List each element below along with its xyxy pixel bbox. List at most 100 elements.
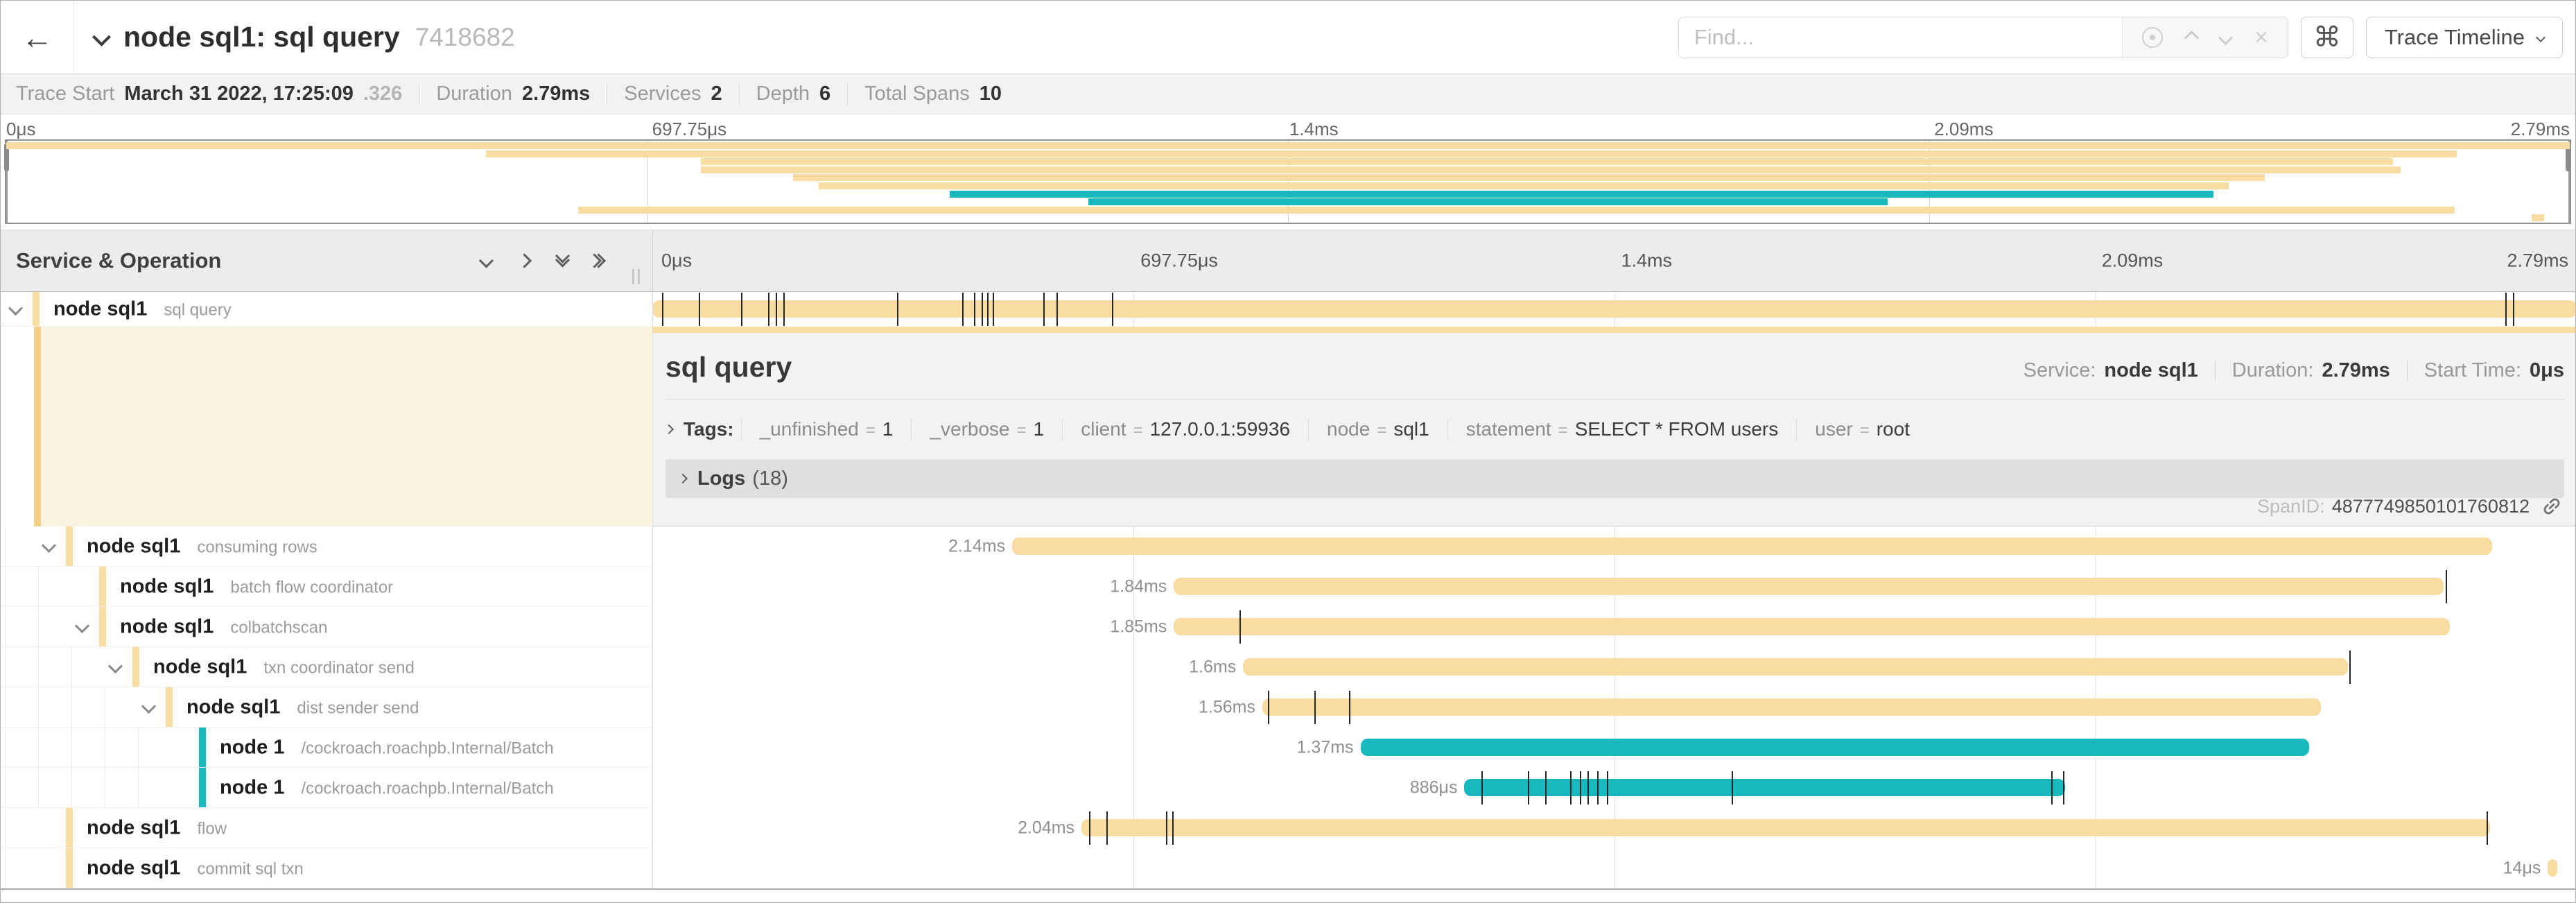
summary-separator	[739, 83, 740, 106]
summary-label: Total Spans	[864, 83, 970, 105]
column-resize-grip[interactable]	[632, 269, 640, 284]
keyboard-shortcuts-button[interactable]: ⌘	[2301, 17, 2353, 58]
collapse-one-icon[interactable]	[479, 253, 494, 268]
log-marker-tick	[1106, 811, 1108, 845]
indent-guide	[71, 728, 72, 767]
range-scrubber-right[interactable]	[2568, 141, 2570, 223]
span-row-tree-cell[interactable]: node sql1batch flow coordinator	[1, 567, 652, 607]
log-marker-tick	[783, 293, 785, 326]
span-row[interactable]: node 1/cockroach.roachpb.Internal/Batch 8…	[1, 768, 2576, 808]
span-row-tree-cell[interactable]: node sql1sql query	[1, 292, 652, 327]
span-detail-left	[1, 327, 652, 526]
span-row[interactable]: node sql1sql query	[1, 292, 2576, 327]
minimap-span-bar	[701, 158, 2393, 165]
find-box: ×	[1678, 17, 2288, 58]
span-bar[interactable]	[1081, 819, 2490, 836]
prev-result-icon[interactable]	[2184, 30, 2199, 44]
operation-name: colbatchscan	[230, 618, 327, 637]
log-marker-tick	[897, 293, 898, 326]
operation-name: txn coordinator send	[263, 658, 414, 678]
service-name: node sql1	[186, 696, 280, 719]
span-row-timeline-cell[interactable]: 14μs	[652, 848, 2576, 888]
span-expand-chevron-icon[interactable]	[8, 300, 23, 315]
trace-minimap: 0μs 697.75μs 1.4ms 2.09ms 2.79ms	[1, 114, 2575, 230]
back-button[interactable]: ←	[1, 1, 74, 74]
span-row[interactable]: node sql1consuming rows2.14ms	[1, 526, 2576, 567]
span-row-timeline-cell[interactable]: 1.56ms	[652, 687, 2576, 728]
minimap-label: 0μs	[6, 119, 35, 140]
rows-bottom-border	[1, 888, 2575, 890]
span-row-tree-cell[interactable]: node sql1txn coordinator send	[1, 647, 652, 687]
span-row[interactable]: node sql1colbatchscan1.85ms	[1, 607, 2576, 647]
span-row-timeline-cell[interactable]: 1.6ms	[652, 647, 2576, 687]
span-bar[interactable]	[1464, 779, 2064, 796]
span-row-timeline-cell[interactable]	[652, 292, 2576, 327]
tags-row[interactable]: Tags: _unfinished=1_verbose=1client=127.…	[665, 413, 2564, 445]
span-bar[interactable]	[652, 300, 2576, 318]
log-marker-tick	[699, 293, 700, 326]
view-selector-button[interactable]: Trace Timeline	[2366, 17, 2563, 58]
collapse-trace-chevron-icon[interactable]	[92, 28, 111, 46]
logs-label: Logs	[697, 467, 745, 490]
log-marker-tick	[1607, 771, 1608, 805]
next-result-icon[interactable]	[2218, 30, 2233, 44]
span-expand-chevron-icon[interactable]	[141, 698, 156, 713]
span-row[interactable]: node sql1txn coordinator send1.6ms	[1, 647, 2576, 687]
span-bar[interactable]	[1262, 698, 2321, 716]
logs-row[interactable]: Logs (18)	[665, 459, 2564, 498]
span-bar[interactable]	[1361, 739, 2310, 756]
expand-one-icon[interactable]	[517, 253, 532, 268]
span-duration-label: 886μs	[1410, 778, 1458, 798]
span-row[interactable]: node sql1dist sender send1.56ms	[1, 687, 2576, 728]
range-scrubber-left[interactable]	[6, 141, 8, 223]
locate-icon[interactable]	[2142, 27, 2163, 48]
span-row-timeline-cell[interactable]: 1.37ms	[652, 728, 2576, 768]
tag-key: client	[1081, 418, 1126, 440]
span-row-timeline-cell[interactable]: 2.14ms	[652, 526, 2576, 567]
span-row-tree-cell[interactable]: node sql1consuming rows	[1, 526, 652, 567]
indent-guide	[5, 848, 6, 888]
span-row-timeline-cell[interactable]: 1.85ms	[652, 607, 2576, 647]
clear-search-icon[interactable]: ×	[2254, 26, 2268, 49]
collapse-all-icon[interactable]	[557, 257, 568, 265]
span-row-tree-cell[interactable]: node sql1dist sender send	[1, 687, 652, 728]
span-expand-chevron-icon[interactable]	[42, 538, 56, 552]
tag-value: 1	[1034, 418, 1045, 440]
span-expand-chevron-icon[interactable]	[75, 618, 89, 633]
span-row-tree-cell[interactable]: node sql1colbatchscan	[1, 607, 652, 647]
span-row-timeline-cell[interactable]: 1.84ms	[652, 567, 2576, 607]
span-row[interactable]: node sql1flow 2.04ms	[1, 808, 2576, 848]
span-names: node sql1flow	[87, 816, 227, 839]
link-icon[interactable]	[2536, 490, 2567, 522]
span-bar[interactable]	[1012, 538, 2492, 555]
find-input[interactable]	[1679, 17, 2122, 58]
log-marker-tick	[2446, 570, 2447, 603]
expand-all-icon[interactable]	[595, 256, 604, 266]
span-row-timeline-cell[interactable]: 2.04ms	[652, 808, 2576, 848]
minimap-canvas[interactable]	[5, 139, 2571, 224]
span-row[interactable]: node 1/cockroach.roachpb.Internal/Batch1…	[1, 728, 2576, 768]
span-bar[interactable]	[1174, 618, 2449, 635]
span-names: node 1/cockroach.roachpb.Internal/Batch	[220, 776, 554, 799]
span-row[interactable]: node sql1commit sql txn14μs	[1, 848, 2576, 888]
column-divider[interactable]	[652, 292, 653, 888]
span-color-accent	[166, 687, 173, 727]
span-row-tree-cell[interactable]: node sql1commit sql txn	[1, 848, 652, 888]
log-marker-tick	[1056, 293, 1058, 326]
timeline-header: Service & Operation 0μs 697.75μs 1.4ms 2…	[1, 230, 2575, 292]
span-row-timeline-cell[interactable]: 886μs	[652, 768, 2576, 808]
span-row-tree-cell[interactable]: node sql1flow	[1, 808, 652, 848]
summary-value: March 31 2022, 17:25:09	[124, 83, 354, 105]
span-detail-panel: sql query Service: node sql1 Duration: 2…	[653, 333, 2576, 526]
span-row-tree-cell[interactable]: node 1/cockroach.roachpb.Internal/Batch	[1, 768, 652, 808]
operation-name: batch flow coordinator	[230, 578, 393, 597]
span-row-tree-cell[interactable]: node 1/cockroach.roachpb.Internal/Batch	[1, 728, 652, 768]
logs-count: (18)	[752, 467, 788, 490]
span-bar[interactable]	[2548, 859, 2557, 877]
log-marker-tick	[982, 293, 983, 326]
span-expand-chevron-icon[interactable]	[108, 658, 123, 673]
log-marker-tick	[2513, 293, 2514, 326]
span-bar[interactable]	[1174, 578, 2444, 595]
span-row[interactable]: node sql1batch flow coordinator1.84ms	[1, 567, 2576, 607]
span-bar[interactable]	[1243, 658, 2347, 676]
